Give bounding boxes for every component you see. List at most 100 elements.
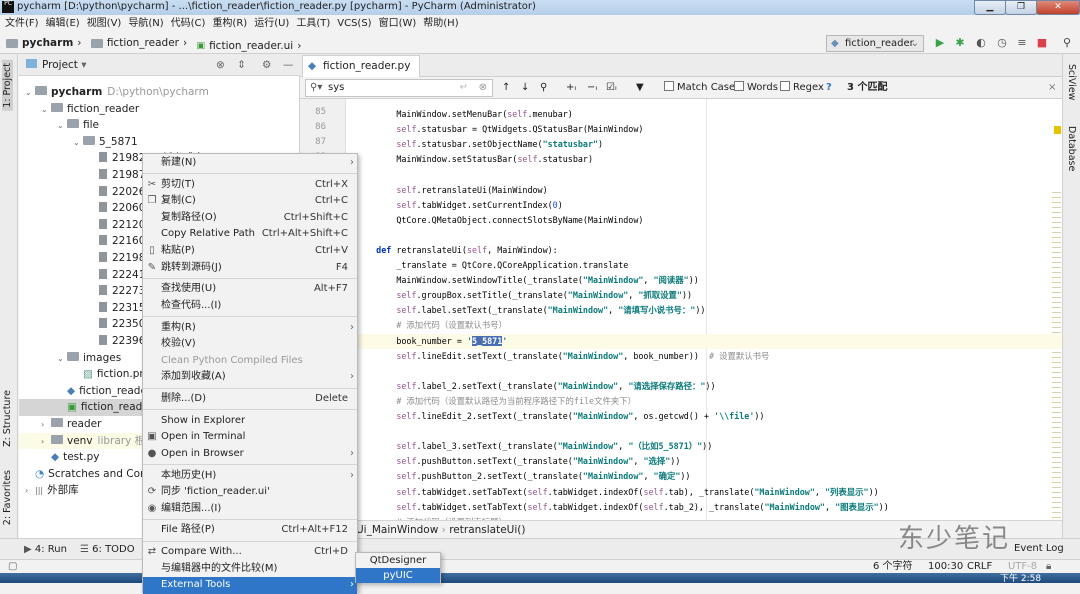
filter-icon[interactable]: ▼	[636, 77, 644, 99]
run-configuration-select[interactable]: ◆ fiction_reader ⌄	[826, 35, 924, 52]
breadcrumb-ui-file[interactable]: ▣ fiction_reader.ui ›	[197, 36, 302, 56]
project-tool-tab[interactable]: 1: Project	[2, 60, 13, 111]
search-everywhere-icon[interactable]: ⚲	[1060, 36, 1074, 50]
menu-2[interactable]: 视图(V)	[86, 15, 128, 33]
chevron-down-icon[interactable]: ⌄	[57, 118, 67, 135]
menu-item[interactable]: File 路径(P) Ctrl+Alt+F12	[143, 522, 357, 539]
chevron-down-icon[interactable]: ⌄	[73, 135, 83, 152]
concurrency-icon[interactable]: ≡	[1015, 36, 1029, 50]
menu-item[interactable]: ✂ 剪切(T) Ctrl+X	[143, 177, 357, 194]
newline-icon[interactable]: ↵	[460, 80, 468, 96]
tree-item[interactable]: ⌄ file	[19, 117, 300, 134]
regex-checkbox[interactable]: Regex	[780, 77, 824, 99]
next-occurrence-icon[interactable]: ↓	[521, 77, 529, 99]
chevron-right-icon[interactable]: ›	[25, 483, 35, 500]
menu-item[interactable]: 本地历史(H) ›	[143, 468, 357, 485]
chevron-down-icon[interactable]: ⌄	[25, 85, 35, 102]
menu-3[interactable]: 导航(N)	[127, 15, 169, 33]
search-input[interactable]: ⚲▾ sys ↵ ⊗	[305, 79, 493, 97]
menu-7[interactable]: 工具(T)	[295, 15, 336, 33]
menu-9[interactable]: 窗口(W)	[378, 15, 423, 33]
chevron-down-icon[interactable]: ▾	[81, 59, 86, 71]
menu-10[interactable]: 帮助(H)	[422, 15, 464, 33]
menu-4[interactable]: 代码(C)	[170, 15, 212, 33]
tool-windows-icon[interactable]: ▢	[8, 560, 17, 574]
menu-item[interactable]: ● Open in Browser ›	[143, 446, 357, 463]
line-separator[interactable]: CRLF	[967, 560, 992, 574]
structure-tool-tab[interactable]: Z: Structure	[2, 390, 13, 447]
event-log-button[interactable]: Event Log	[1014, 542, 1064, 556]
tab-fiction-reader-py[interactable]: ◆fiction_reader.py ×	[302, 55, 420, 93]
locate-icon[interactable]: ⊗	[216, 54, 225, 76]
menu-item[interactable]: 检查代码...(I)	[143, 298, 357, 315]
gear-icon[interactable]: ⚙	[262, 54, 271, 76]
restore-button[interactable]: ❐	[1005, 0, 1037, 15]
add-selection-icon[interactable]: +ᵢ	[566, 77, 576, 99]
menu-item[interactable]: ✎ 跳转到源码(J) F4	[143, 260, 357, 277]
previous-occurrence-icon[interactable]: ↑	[502, 77, 510, 99]
menu-item[interactable]: Clean Python Compiled Files	[143, 353, 357, 370]
menu-item[interactable]: ⟳ 同步 'fiction_reader.ui'	[143, 484, 357, 501]
menu-item[interactable]: Show in Explorer	[143, 413, 357, 430]
words-checkbox[interactable]: Words	[734, 77, 778, 99]
menu-item[interactable]: 删除...(D) Delete	[143, 391, 357, 408]
chevron-down-icon[interactable]: ⌄	[41, 102, 51, 119]
breadcrumb-fiction-reader[interactable]: fiction_reader ›	[90, 33, 187, 53]
minimize-button[interactable]: ▁	[974, 0, 1006, 15]
match-case-checkbox[interactable]: Match Case	[664, 77, 735, 99]
menu-item[interactable]: 新建(N) ›	[143, 155, 357, 172]
menu-0[interactable]: 文件(F)	[4, 15, 45, 33]
remove-selection-icon[interactable]: −ᵢ	[587, 77, 597, 99]
run-tool-button[interactable]: ▶ 4: Run	[24, 539, 67, 560]
menu-item[interactable]: 复制路径(O) Ctrl+Shift+C	[143, 210, 357, 227]
menu-item[interactable]: ❐ 复制(C) Ctrl+C	[143, 193, 357, 210]
chevron-right-icon[interactable]: ›	[41, 417, 51, 434]
crumb-method[interactable]: retranslateUi()	[449, 524, 525, 536]
regex-help-link[interactable]: ?	[826, 77, 832, 99]
menu-item[interactable]: 校验(V)	[143, 336, 357, 353]
breadcrumb-pycharm[interactable]: pycharm ›	[6, 33, 81, 53]
menu-item[interactable]: ⇄ Compare With... Ctrl+D	[143, 544, 357, 561]
favorites-tool-tab[interactable]: 2: Favorites	[2, 470, 13, 525]
submenu-item[interactable]: pyUIC	[356, 568, 440, 583]
menu-1[interactable]: 编辑(E)	[45, 15, 86, 33]
chevron-down-icon[interactable]: ⌄	[57, 351, 67, 368]
select-all-occurrences-icon[interactable]: ☑ᵢ	[606, 77, 617, 99]
close-find-bar-icon[interactable]: ×	[1048, 77, 1056, 99]
menu-item[interactable]: 重构(R) ›	[143, 320, 357, 337]
tree-item[interactable]: ⌄ pycharm D:\python\pycharm	[19, 84, 300, 101]
clear-search-icon[interactable]: ⊗	[479, 80, 487, 96]
run-icon[interactable]: ▶	[933, 36, 947, 50]
menu-8[interactable]: VCS(S)	[336, 15, 377, 33]
chevron-right-icon[interactable]: ›	[41, 434, 51, 451]
line-number: 86	[315, 122, 326, 133]
debug-icon[interactable]: ✱	[953, 36, 967, 50]
coverage-icon[interactable]: ◐	[974, 36, 988, 50]
profile-icon[interactable]: ◷	[995, 36, 1009, 50]
caret-position[interactable]: 100:30	[928, 560, 963, 574]
tree-item[interactable]: ⌄ fiction_reader	[19, 101, 300, 118]
project-view-select[interactable]: Project	[42, 59, 78, 71]
todo-tool-button[interactable]: ☰ 6: TODO	[80, 539, 135, 560]
menu-5[interactable]: 重构(R)	[211, 15, 253, 33]
lock-icon[interactable]: 🔒︎	[1046, 560, 1051, 574]
collapse-all-icon[interactable]: ⇕	[237, 54, 246, 76]
database-tool-tab[interactable]: Database	[1066, 126, 1077, 171]
menu-item[interactable]: 查找使用(U) Alt+F7	[143, 281, 357, 298]
menu-6[interactable]: 运行(U)	[253, 15, 295, 33]
menu-item[interactable]: External Tools ›	[143, 577, 357, 594]
crumb-class[interactable]: Ui_MainWindow	[356, 524, 438, 536]
sciview-tool-tab[interactable]: SciView	[1066, 64, 1077, 100]
find-all-icon[interactable]: ⚲	[540, 77, 547, 99]
menu-item[interactable]: Copy Relative Path Ctrl+Alt+Shift+C	[143, 226, 357, 243]
close-button[interactable]: ✕	[1036, 0, 1080, 15]
menu-item[interactable]: ▯ 粘贴(P) Ctrl+V	[143, 243, 357, 260]
stop-icon[interactable]: ■	[1035, 36, 1049, 50]
tree-item[interactable]: ⌄ 5_5871	[19, 134, 300, 151]
menu-item[interactable]: 与编辑器中的文件比较(M)	[143, 561, 357, 578]
hide-icon[interactable]: —	[283, 54, 294, 76]
menu-item[interactable]: ▣ Open in Terminal	[143, 429, 357, 446]
menu-item[interactable]: 添加到收藏(A) ›	[143, 369, 357, 386]
menu-item[interactable]: ◉ 编辑范围...(I)	[143, 501, 357, 518]
submenu-item[interactable]: QtDesigner	[356, 553, 440, 568]
